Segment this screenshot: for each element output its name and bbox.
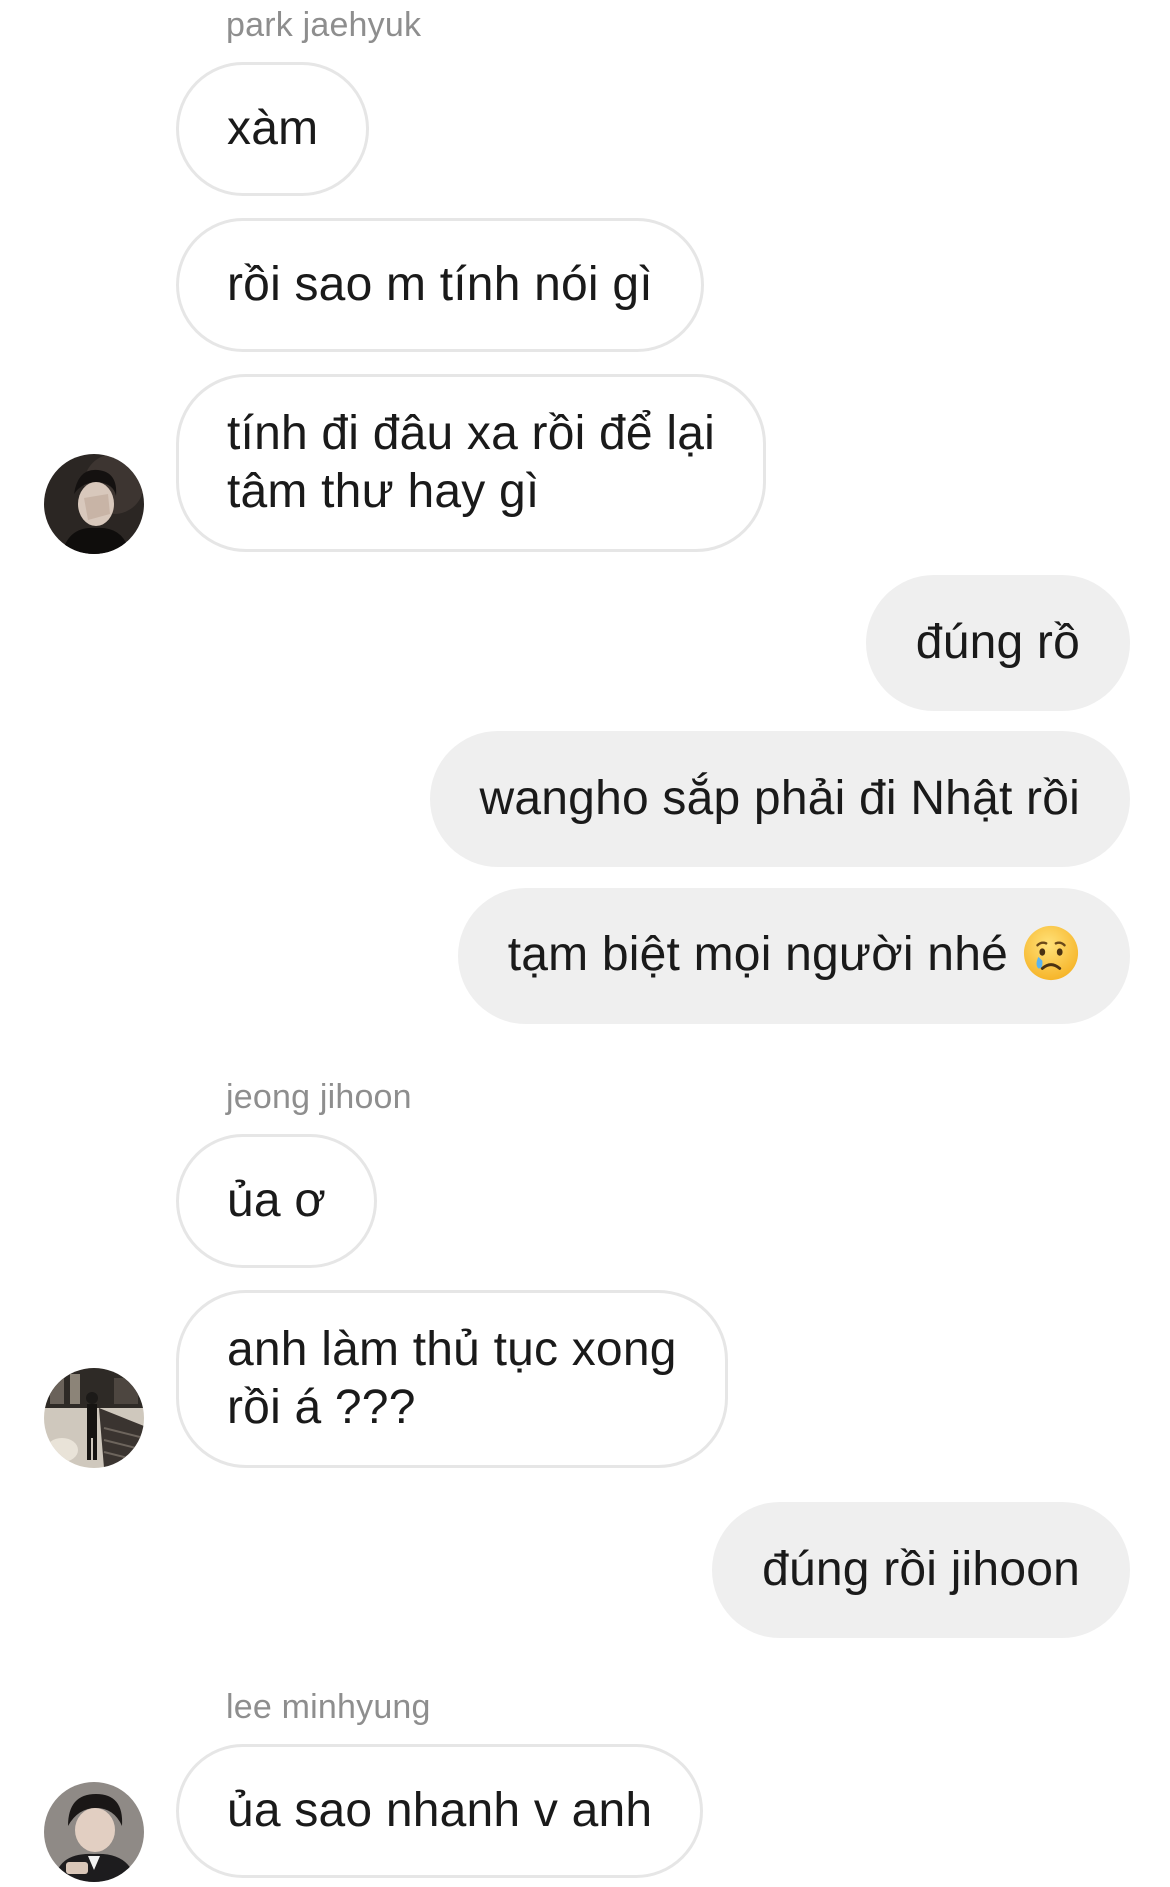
message-text: tính đi đâu xa rồi để lại: [227, 407, 715, 460]
sender-name-park-jaehyuk: park jaehyuk: [226, 6, 422, 44]
message-text: tâm thư hay gì: [227, 465, 540, 518]
sender-name-jeong-jihoon: jeong jihoon: [226, 1078, 412, 1116]
incoming-message-bubble[interactable]: rồi sao m tính nói gì: [176, 218, 704, 352]
avatar-jeong-jihoon[interactable]: [44, 1368, 144, 1468]
avatar-lee-minhyung[interactable]: [44, 1782, 144, 1882]
message-text: đúng rồi jihoon: [762, 1543, 1080, 1596]
message-text: đúng rồ: [915, 616, 1080, 669]
crying-face-emoji-icon: [1023, 926, 1079, 981]
outgoing-message-bubble[interactable]: đúng rồi jihoon: [712, 1502, 1130, 1638]
message-text: rồi sao m tính nói gì: [227, 258, 653, 311]
message-text: ủa sao nhanh v anh: [227, 1784, 653, 1837]
message-text: tạm biệt mọi người nhé: [508, 926, 1080, 986]
avatar-photo-icon: [44, 1782, 144, 1882]
message-text: ủa ơ: [227, 1174, 327, 1227]
message-text: xàm: [227, 102, 319, 155]
incoming-message-bubble[interactable]: tính đi đâu xa rồi để lại tâm thư hay gì: [176, 374, 766, 552]
message-text: wangho sắp phải đi Nhật rồi: [479, 772, 1080, 825]
outgoing-message-bubble[interactable]: đúng rồ: [865, 575, 1130, 711]
incoming-message-bubble[interactable]: anh làm thủ tục xong rồi á ???: [176, 1290, 728, 1468]
incoming-message-bubble[interactable]: ủa sao nhanh v anh: [176, 1744, 704, 1878]
incoming-message-bubble[interactable]: ủa ơ: [176, 1134, 378, 1268]
outgoing-message-bubble[interactable]: tạm biệt mọi người nhé: [457, 888, 1130, 1024]
avatar-park-jaehyuk[interactable]: [44, 454, 144, 554]
message-text: rồi á ???: [227, 1381, 416, 1434]
incoming-message-bubble[interactable]: xàm: [176, 62, 370, 196]
outgoing-message-bubble[interactable]: wangho sắp phải đi Nhật rồi: [429, 731, 1130, 867]
avatar-photo-icon: [44, 454, 144, 554]
message-text: anh làm thủ tục xong: [227, 1323, 677, 1376]
sender-name-lee-minhyung: lee minhyung: [226, 1688, 431, 1726]
avatar-photo-icon: [44, 1368, 144, 1468]
